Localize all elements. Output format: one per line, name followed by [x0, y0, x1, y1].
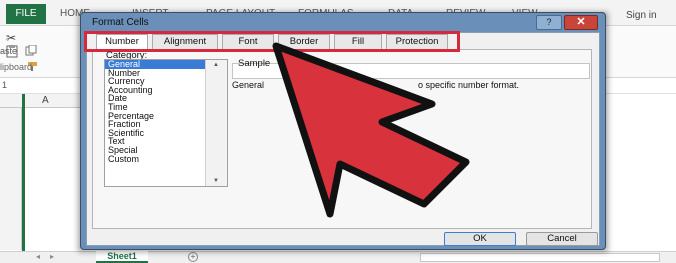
scroll-up-icon[interactable]: ▲: [205, 60, 227, 70]
tabs-highlight-box: [84, 31, 460, 52]
svg-text:✂: ✂: [6, 31, 16, 44]
sheet-tab-sheet1[interactable]: Sheet1: [96, 251, 148, 263]
general-description: General: [232, 80, 265, 90]
sheet-nav-right-icon[interactable]: ▸: [50, 252, 54, 261]
row-header-column: [0, 108, 22, 250]
sheet-nav-left-icon[interactable]: ◂: [36, 252, 40, 261]
file-tab[interactable]: FILE: [6, 4, 46, 24]
horizontal-scrollbar[interactable]: [420, 253, 660, 262]
sample-label: Sample: [238, 58, 271, 69]
active-cell-indicator: [22, 94, 25, 254]
paste-label: aste: [0, 46, 18, 56]
help-button[interactable]: ?: [536, 15, 562, 30]
sign-in-link[interactable]: Sign in: [626, 10, 657, 21]
ok-button[interactable]: OK: [444, 232, 516, 246]
scroll-down-icon[interactable]: ▼: [205, 176, 227, 186]
column-a-header[interactable]: A: [42, 95, 49, 106]
close-button[interactable]: ✕: [564, 15, 598, 30]
clipboard-group-label: lipboard: [0, 62, 33, 72]
add-sheet-icon[interactable]: +: [188, 252, 198, 262]
cancel-button[interactable]: Cancel: [526, 232, 598, 246]
dialog-title: Format Cells: [92, 17, 149, 28]
sample-box: [232, 63, 590, 79]
cut-icon[interactable]: ✂: [4, 30, 20, 45]
name-box[interactable]: 1: [2, 80, 7, 90]
description-tail: o specific number format.: [418, 80, 520, 90]
category-scrollbar[interactable]: [205, 60, 227, 186]
copy-icon[interactable]: [24, 44, 46, 56]
